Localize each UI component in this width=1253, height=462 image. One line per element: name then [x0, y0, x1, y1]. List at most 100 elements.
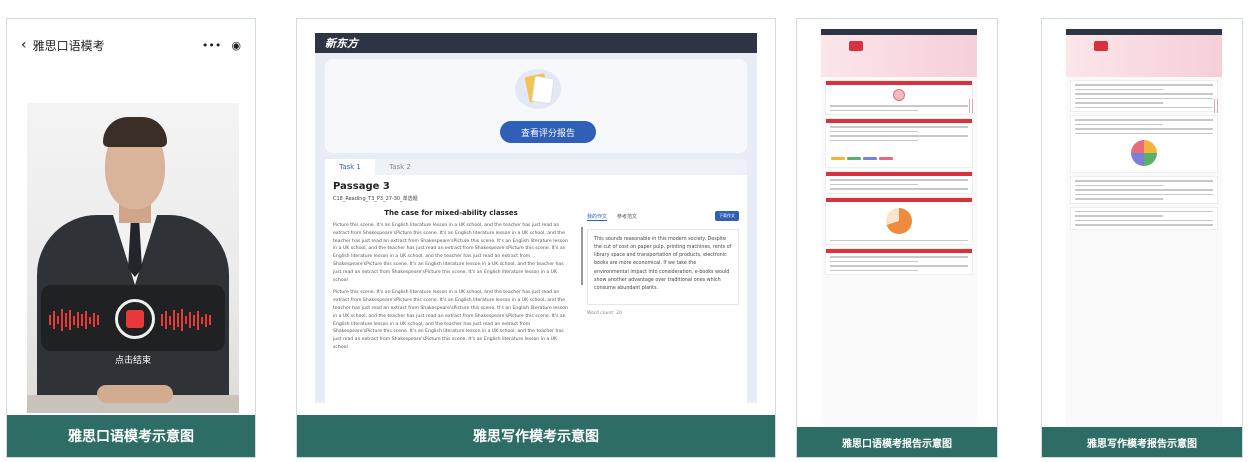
text-line — [830, 135, 968, 137]
speaking-report-caption: 雅思口语模考报告示意图 — [797, 427, 997, 457]
examiner-video: 点击结束 — [27, 103, 239, 413]
record-label: 点击结束 — [114, 356, 151, 366]
report-header — [1066, 35, 1222, 77]
task-content: Task 1 Task 2 Passage 3 C18_Reading_T3_P… — [325, 159, 747, 403]
article-paragraph: Picture this scene. It's an English lite… — [333, 290, 568, 350]
text-line — [830, 130, 918, 132]
stop-record-button[interactable] — [115, 299, 155, 339]
text-line — [830, 265, 968, 267]
score-badge — [849, 41, 863, 51]
tab-task-1[interactable]: Task 1 — [325, 159, 375, 175]
report-section — [1070, 176, 1218, 204]
section-header — [826, 81, 972, 85]
report-section — [1070, 115, 1218, 173]
passage-title: Passage 3 — [333, 181, 390, 192]
nav-title: 雅思口语模考 — [32, 38, 105, 53]
section-header — [826, 249, 972, 253]
writing-report-card: 雅思写作模考报告示意图 — [1041, 18, 1243, 458]
text-line — [1075, 88, 1163, 90]
text-line — [830, 139, 918, 141]
score-panel: 查看评分报告 — [325, 59, 747, 153]
score-badge — [1094, 41, 1108, 51]
speaking-report-card: 雅思口语模考报告示意图 — [796, 18, 998, 458]
article-column: The case for mixed-ability classes Pictu… — [333, 209, 569, 357]
scroll-indicator[interactable] — [581, 227, 583, 285]
text-line — [1075, 128, 1213, 130]
text-line — [1075, 219, 1213, 221]
waveform-right — [161, 309, 211, 331]
text-line — [1075, 132, 1213, 134]
text-line — [1075, 106, 1213, 108]
side-scroll — [969, 99, 973, 113]
text-line — [830, 126, 968, 128]
pie-chart — [1131, 140, 1157, 166]
text-line — [1075, 198, 1163, 200]
hands — [97, 385, 173, 403]
essay-column: 我的作文 参考范文 下载作文 This sounds reasonable in… — [587, 211, 739, 316]
essay-text[interactable]: This sounds reasonable in this modern so… — [587, 229, 739, 305]
article-title: The case for mixed-ability classes — [384, 209, 518, 217]
text-line — [830, 105, 968, 107]
side-scroll — [1214, 99, 1218, 113]
writing-mock-card: 新东方 查看评分报告 Task 1 Task 2 Passage 3 C18_R… — [296, 18, 776, 458]
text-line — [1075, 97, 1213, 99]
text-line — [830, 260, 918, 262]
chevron-left-icon[interactable]: ‹ — [21, 37, 27, 53]
tag — [863, 157, 877, 160]
report-section — [1070, 80, 1218, 112]
view-report-button[interactable]: 查看评分报告 — [500, 121, 596, 143]
donut-chart — [886, 207, 912, 234]
report-section — [825, 248, 973, 275]
text-line — [1075, 84, 1213, 86]
report-section — [1070, 206, 1218, 230]
medal-icon — [893, 89, 905, 101]
speaking-report-thumbnail — [821, 29, 977, 427]
tab-model-essay[interactable]: 参考范文 — [617, 213, 637, 221]
text-line — [830, 188, 968, 190]
more-icon[interactable]: ••• — [202, 39, 221, 52]
writing-report-caption: 雅思写作模考报告示意图 — [1042, 427, 1242, 457]
tag — [847, 157, 861, 160]
word-count: Word count: 20 — [587, 311, 623, 316]
text-line — [1075, 180, 1213, 182]
report-section — [825, 171, 973, 194]
tag — [879, 157, 893, 160]
text-line — [830, 179, 968, 181]
section-header — [826, 172, 972, 176]
writing-mock-caption: 雅思写作模考示意图 — [297, 415, 775, 457]
section-header — [826, 197, 972, 202]
text-line — [830, 109, 918, 111]
app-bar: 新东方 — [315, 33, 757, 53]
writing-report-thumbnail — [1066, 29, 1222, 427]
report-header — [821, 35, 977, 77]
writing-screen: 新东方 查看评分报告 Task 1 Task 2 Passage 3 C18_R… — [315, 33, 757, 403]
text-line — [1075, 102, 1163, 104]
report-section — [825, 118, 973, 168]
target-icon[interactable]: ◉ — [231, 39, 241, 52]
brand-logo: 新东方 — [325, 37, 358, 50]
text-line — [830, 239, 968, 241]
tab-task-2[interactable]: Task 2 — [375, 159, 425, 175]
text-line — [830, 269, 918, 271]
examiner-hair — [103, 117, 167, 147]
text-line — [1075, 119, 1213, 121]
speaking-mock-caption: 雅思口语模考示意图 — [7, 415, 255, 457]
download-essay-button[interactable]: 下载作文 — [715, 211, 739, 221]
text-line — [1075, 193, 1213, 195]
more-menu[interactable]: ••• ◉ — [202, 39, 241, 52]
report-section — [825, 196, 973, 245]
text-line — [1075, 123, 1163, 125]
tag-row — [826, 144, 972, 167]
report-document-icon — [515, 69, 561, 109]
stop-icon — [126, 310, 144, 328]
waveform-left — [49, 309, 99, 331]
text-line — [1075, 93, 1213, 95]
text-line — [1075, 215, 1163, 217]
text-line — [1075, 224, 1213, 226]
report-section — [825, 80, 973, 115]
section-header — [826, 119, 972, 123]
text-line — [1075, 184, 1163, 186]
text-line — [1075, 189, 1213, 191]
tab-my-essay[interactable]: 我的作文 — [587, 213, 608, 221]
tag — [831, 157, 845, 160]
